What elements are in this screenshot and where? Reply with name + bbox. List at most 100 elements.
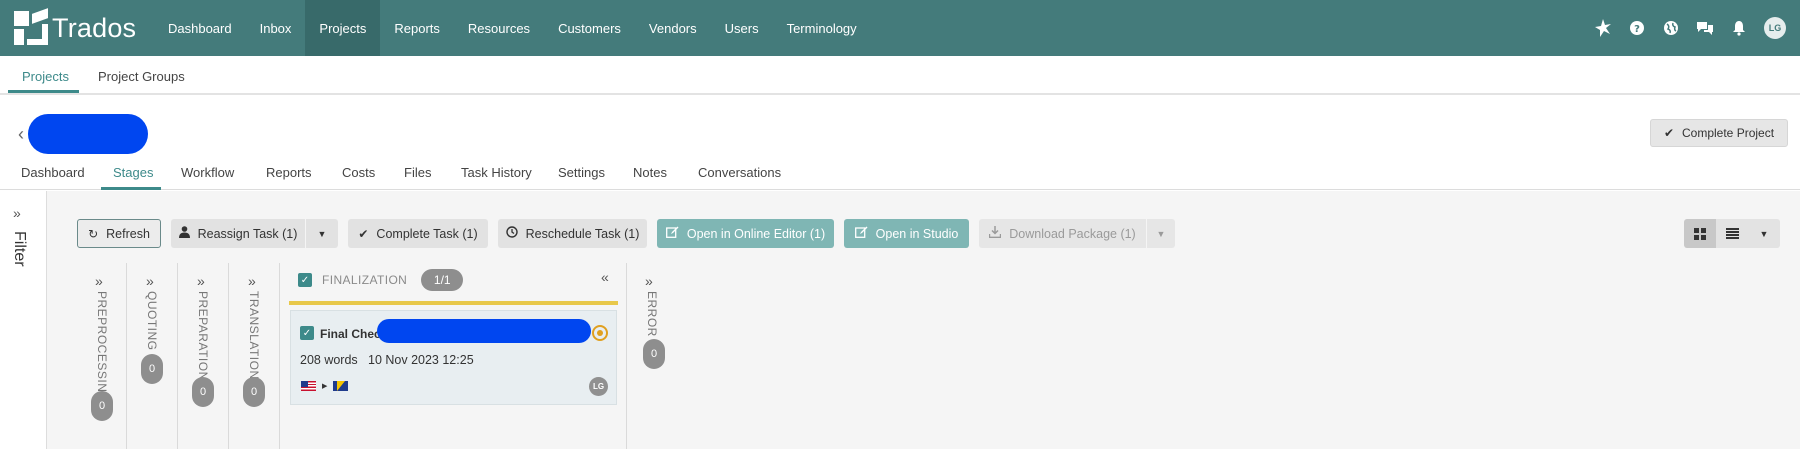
caret-down-icon: ▼	[317, 228, 327, 239]
open-in-studio-button[interactable]: Open in Studio	[844, 219, 969, 248]
stage-column-translation: » TRANSLATION 0	[229, 263, 280, 449]
nav-dashboard[interactable]: Dashboard	[154, 0, 246, 56]
clock-icon	[505, 226, 518, 241]
task-checkbox[interactable]: ✓	[300, 326, 314, 340]
edit-icon	[665, 226, 679, 241]
expand-stage-chevron-icon[interactable]: »	[248, 273, 256, 289]
filter-label[interactable]: Filter	[10, 231, 28, 267]
finalization-status-bar	[289, 301, 618, 305]
complete-task-label: Complete Task (1)	[376, 226, 478, 241]
stage-column-quoting: » QUOTING 0	[127, 263, 178, 449]
notifications-bell-icon[interactable]	[1722, 0, 1756, 56]
task-word-count: 208 words	[300, 353, 358, 367]
stage-name: PREPROCESSING	[95, 291, 109, 403]
reassign-task-button[interactable]: Reassign Task (1)	[171, 219, 305, 248]
top-navigation-bar: Trados Dashboard Inbox Projects Reports …	[0, 0, 1800, 56]
complete-task-button[interactable]: ✔ Complete Task (1)	[348, 219, 488, 248]
arrow-right-icon: ▶	[322, 383, 328, 390]
tab-reports[interactable]: Reports	[266, 165, 312, 180]
refresh-icon: ↻	[88, 226, 99, 241]
open-online-editor-label: Open in Online Editor (1)	[686, 226, 826, 241]
open-online-editor-button[interactable]: Open in Online Editor (1)	[657, 219, 834, 248]
globe-icon[interactable]	[1654, 0, 1688, 56]
projects-subtabs: Projects Project Groups	[0, 56, 1800, 95]
stage-name: ERROR	[645, 291, 659, 337]
us-flag-icon	[301, 381, 316, 391]
expand-stage-chevron-icon[interactable]: »	[645, 273, 653, 289]
tab-workflow[interactable]: Workflow	[181, 165, 234, 180]
back-chevron-icon[interactable]: ‹	[18, 124, 24, 145]
stage-column-error: » ERROR 0	[627, 263, 673, 449]
edit-icon	[854, 226, 868, 241]
nav-users[interactable]: Users	[711, 0, 773, 56]
task-card[interactable]: ✓ Final Check 208 words 10 Nov 2023 12:2…	[290, 310, 617, 405]
stage-name: TRANSLATION	[247, 291, 261, 380]
tab-settings[interactable]: Settings	[558, 165, 605, 180]
task-due-date: 10 Nov 2023 12:25	[368, 353, 474, 367]
app-name: Trados	[52, 12, 137, 43]
expand-stage-chevron-icon[interactable]: »	[146, 273, 154, 289]
checkmark-icon: ✔	[358, 226, 369, 241]
complete-project-button[interactable]: ✔ Complete Project	[1650, 119, 1788, 147]
nav-resources[interactable]: Resources	[454, 0, 544, 56]
stage-count-badge: 0	[91, 391, 113, 421]
main-nav: Dashboard Inbox Projects Reports Resourc…	[154, 0, 871, 56]
download-package-label: Download Package (1)	[1009, 226, 1136, 241]
redacted-project-name	[28, 114, 148, 154]
refresh-label: Refresh	[106, 226, 150, 241]
nav-terminology[interactable]: Terminology	[773, 0, 871, 56]
select-all-checkbox[interactable]: ✓	[298, 273, 312, 287]
view-toggle-group: ▼	[1684, 219, 1780, 248]
expand-filter-chevron-icon[interactable]: »	[13, 205, 21, 221]
tab-conversations[interactable]: Conversations	[698, 165, 781, 180]
finalization-header: ✓ FINALIZATION 1/1	[298, 268, 464, 292]
user-avatar[interactable]: LG	[1764, 17, 1786, 39]
collapse-stage-chevron-icon[interactable]: «	[601, 269, 609, 285]
tab-dashboard[interactable]: Dashboard	[21, 165, 85, 180]
reassign-task-dropdown[interactable]: ▼	[306, 219, 338, 248]
subtab-projects[interactable]: Projects	[22, 69, 69, 84]
svg-text:?: ?	[1634, 24, 1640, 35]
list-view-button[interactable]	[1716, 219, 1748, 248]
nav-projects[interactable]: Projects	[305, 0, 381, 56]
nav-inbox[interactable]: Inbox	[246, 0, 306, 56]
download-package-dropdown[interactable]: ▼	[1147, 219, 1175, 248]
caret-down-icon: ▼	[1156, 228, 1166, 239]
stage-column-preparation: » PREPARATION 0	[178, 263, 229, 449]
trados-logo[interactable]: Trados	[0, 0, 154, 56]
help-icon[interactable]: ?	[1620, 0, 1654, 56]
stage-count-badge: 0	[243, 377, 265, 407]
tab-files[interactable]: Files	[404, 165, 431, 180]
reschedule-task-button[interactable]: Reschedule Task (1)	[498, 219, 647, 248]
expand-stage-chevron-icon[interactable]: »	[197, 273, 205, 289]
stage-name: QUOTING	[145, 291, 159, 351]
language-pair: ▶	[301, 381, 349, 391]
project-tabs: Dashboard Stages Workflow Reports Costs …	[0, 160, 1800, 190]
grid-view-button[interactable]	[1684, 219, 1716, 248]
tab-notes[interactable]: Notes	[633, 165, 667, 180]
subtab-project-groups[interactable]: Project Groups	[98, 69, 185, 84]
download-package-button[interactable]: Download Package (1)	[979, 219, 1146, 248]
assignee-avatar[interactable]: LG	[589, 377, 608, 396]
stage-count-badge: 0	[141, 354, 163, 384]
tab-task-history[interactable]: Task History	[461, 165, 532, 180]
refresh-button[interactable]: ↻ Refresh	[77, 219, 161, 248]
stage-count-badge: 1/1	[421, 269, 464, 291]
checkmark-icon: ✔	[1663, 126, 1674, 140]
stage-count-badge: 0	[643, 339, 665, 369]
nav-reports[interactable]: Reports	[380, 0, 454, 56]
filter-panel: » Filter	[0, 191, 47, 449]
tab-stages[interactable]: Stages	[113, 165, 153, 180]
stage-name: FINALIZATION	[322, 273, 408, 287]
download-icon	[989, 226, 1002, 241]
tab-costs[interactable]: Costs	[342, 165, 375, 180]
caret-down-icon: ▼	[1759, 228, 1769, 239]
stage-count-badge: 0	[192, 377, 214, 407]
whats-new-icon[interactable]	[1586, 0, 1620, 56]
nav-vendors[interactable]: Vendors	[635, 0, 711, 56]
view-options-dropdown[interactable]: ▼	[1748, 219, 1780, 248]
chat-icon[interactable]	[1688, 0, 1722, 56]
trados-logo-icon	[14, 8, 48, 45]
nav-customers[interactable]: Customers	[544, 0, 635, 56]
expand-stage-chevron-icon[interactable]: »	[95, 273, 103, 289]
